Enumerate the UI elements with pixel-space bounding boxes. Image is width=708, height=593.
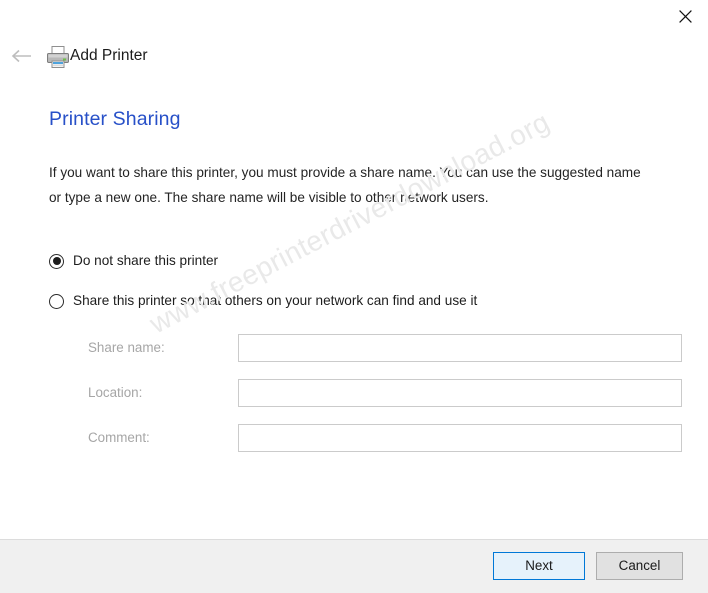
next-button[interactable]: Next xyxy=(493,552,585,580)
location-input[interactable] xyxy=(238,379,682,407)
radio-share-printer[interactable]: Share this printer so that others on you… xyxy=(49,292,477,310)
share-name-row: Share name: xyxy=(88,334,683,362)
radio-indicator-unselected[interactable] xyxy=(49,293,64,309)
printer-icon xyxy=(45,44,71,70)
wizard-header: Add Printer xyxy=(0,43,708,73)
radio-do-not-share[interactable]: Do not share this printer xyxy=(49,252,218,270)
location-row: Location: xyxy=(88,379,683,407)
close-button[interactable] xyxy=(662,0,708,32)
title-bar xyxy=(0,0,708,32)
share-name-label: Share name: xyxy=(88,340,165,355)
radio-indicator-selected[interactable] xyxy=(49,253,64,269)
share-name-input[interactable] xyxy=(238,334,682,362)
page-title: Printer Sharing xyxy=(49,108,181,130)
back-button[interactable] xyxy=(8,45,36,71)
wizard-footer: Next Cancel xyxy=(0,539,708,593)
comment-row: Comment: xyxy=(88,424,683,452)
close-icon xyxy=(678,9,692,23)
comment-input[interactable] xyxy=(238,424,682,452)
page-description: If you want to share this printer, you m… xyxy=(49,165,641,205)
cancel-button[interactable]: Cancel xyxy=(596,552,683,580)
app-title: Add Printer xyxy=(70,47,148,64)
radio-share-printer-label: Share this printer so that others on you… xyxy=(73,293,478,308)
radio-do-not-share-label: Do not share this printer xyxy=(73,253,219,268)
footer-buttons: Next Cancel xyxy=(493,540,683,593)
location-label: Location: xyxy=(88,385,143,400)
arrow-left-icon xyxy=(11,49,33,68)
comment-label: Comment: xyxy=(88,430,150,445)
add-printer-wizard: Add Printer Printer Sharing If you want … xyxy=(0,0,708,593)
